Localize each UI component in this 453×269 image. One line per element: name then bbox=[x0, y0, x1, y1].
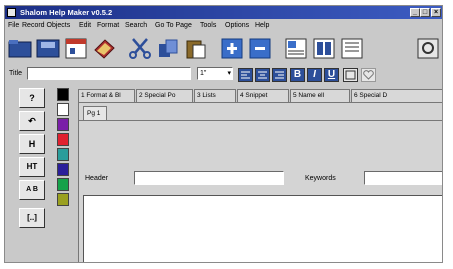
menu-format[interactable]: Format bbox=[97, 20, 119, 32]
text-image-icon[interactable] bbox=[283, 36, 309, 60]
header-label: Header bbox=[85, 175, 108, 182]
color-swatch[interactable] bbox=[57, 118, 69, 131]
menu-tools[interactable]: Tools bbox=[200, 20, 216, 32]
minimize-button[interactable]: _ bbox=[410, 8, 420, 17]
heart-icon[interactable] bbox=[361, 68, 376, 82]
color-swatch[interactable] bbox=[57, 103, 69, 116]
underline-button[interactable]: U bbox=[324, 68, 339, 82]
bold-button[interactable]: B bbox=[290, 68, 305, 82]
menu-help[interactable]: Help bbox=[255, 20, 269, 32]
bracket-tool-button[interactable]: [..] bbox=[19, 208, 45, 228]
page-tab[interactable]: Pg 1 bbox=[83, 106, 107, 120]
category-tabs: 1 Format & Bl 2 Special Po 3 Lists 4 Sni… bbox=[78, 88, 442, 102]
color-swatch[interactable] bbox=[57, 193, 69, 206]
app-icon bbox=[7, 8, 16, 17]
remove-page-icon[interactable] bbox=[247, 36, 273, 60]
color-swatch[interactable] bbox=[57, 178, 69, 191]
save-icon[interactable] bbox=[35, 36, 61, 60]
text-editor[interactable] bbox=[83, 195, 442, 262]
add-page-icon[interactable] bbox=[219, 36, 245, 60]
help-tool-button[interactable]: ? bbox=[19, 88, 45, 108]
menu-file[interactable]: File bbox=[8, 20, 19, 32]
page-layout-icon[interactable] bbox=[339, 36, 365, 60]
align-right-icon[interactable] bbox=[272, 68, 287, 82]
tab-special-po[interactable]: 2 Special Po bbox=[136, 89, 193, 102]
menu-record-objects[interactable]: Record Objects bbox=[22, 20, 70, 32]
cut-icon[interactable] bbox=[127, 36, 153, 60]
tab-name[interactable]: 5 Name ell bbox=[290, 89, 350, 102]
tab-lists[interactable]: 3 Lists bbox=[194, 89, 236, 102]
page-panel: Pg 1 Header Keywords bbox=[78, 102, 442, 262]
ab-tool-button[interactable]: A B bbox=[19, 180, 45, 200]
close-button[interactable]: × bbox=[431, 8, 441, 17]
keywords-label: Keywords bbox=[305, 175, 336, 182]
header-input[interactable] bbox=[134, 171, 284, 185]
settings-icon[interactable] bbox=[415, 36, 441, 60]
color-swatch[interactable] bbox=[57, 163, 69, 176]
menu-search[interactable]: Search bbox=[125, 20, 147, 32]
app-window: Shalom Help Maker v0.5.2 _ □ × File Reco… bbox=[4, 5, 443, 263]
book-open-icon[interactable] bbox=[311, 36, 337, 60]
book-icon[interactable] bbox=[91, 36, 117, 60]
format-toolbar: Title 1" ▾ B I U bbox=[5, 64, 442, 84]
hyperlink-tool-button[interactable]: H bbox=[19, 134, 45, 154]
hyperlink-text-tool-button[interactable]: HT bbox=[19, 157, 45, 177]
align-center-icon[interactable] bbox=[255, 68, 270, 82]
font-size-value: 1" bbox=[200, 70, 207, 77]
tab-format[interactable]: 1 Format & Bl bbox=[78, 89, 135, 102]
window-title: Shalom Help Maker v0.5.2 bbox=[20, 8, 113, 17]
tab-divider bbox=[79, 120, 442, 121]
color-swatch[interactable] bbox=[57, 133, 69, 146]
menu-options[interactable]: Options bbox=[225, 20, 249, 32]
copy-icon[interactable] bbox=[155, 36, 181, 60]
title-label: Title bbox=[9, 70, 22, 77]
maximize-button[interactable]: □ bbox=[420, 8, 430, 17]
insert-frame-icon[interactable] bbox=[343, 68, 358, 82]
color-palette bbox=[57, 88, 71, 260]
color-swatch[interactable] bbox=[57, 88, 69, 101]
keywords-input[interactable] bbox=[364, 171, 442, 185]
italic-button[interactable]: I bbox=[307, 68, 322, 82]
undo-tool-button[interactable]: ↶ bbox=[19, 111, 45, 131]
title-bar[interactable]: Shalom Help Maker v0.5.2 _ □ × bbox=[5, 6, 442, 19]
calendar-icon[interactable] bbox=[63, 36, 89, 60]
tab-special-d[interactable]: 6 Special D bbox=[351, 89, 442, 102]
align-left-icon[interactable] bbox=[238, 68, 253, 82]
menu-edit[interactable]: Edit bbox=[79, 20, 91, 32]
main-toolbar bbox=[5, 33, 442, 63]
font-size-select[interactable]: 1" ▾ bbox=[197, 67, 233, 80]
left-toolbar: ? ↶ H HT A B [..] bbox=[19, 88, 51, 260]
paste-icon[interactable] bbox=[183, 36, 209, 60]
color-swatch[interactable] bbox=[57, 148, 69, 161]
chevron-down-icon: ▾ bbox=[227, 70, 231, 77]
tab-snippet[interactable]: 4 Snippet bbox=[237, 89, 289, 102]
menu-bar: File Record Objects Edit Format Search G… bbox=[5, 20, 442, 32]
menu-go-to-page[interactable]: Go To Page bbox=[155, 20, 192, 32]
open-folder-icon[interactable] bbox=[7, 36, 33, 60]
title-input[interactable] bbox=[27, 67, 191, 80]
